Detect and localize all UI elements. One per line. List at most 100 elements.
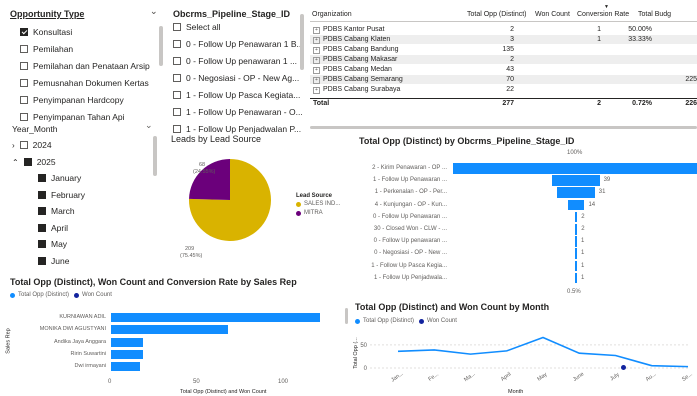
opportunity-checkbox[interactable] [20, 28, 28, 36]
expand-plus-icon[interactable]: + [313, 26, 320, 34]
funnel-bar[interactable] [557, 187, 595, 198]
funnel-bar[interactable] [575, 272, 577, 284]
stage-item[interactable]: 1 - Follow Up Penawaran - O... [173, 107, 303, 117]
won-cell: 1 [597, 36, 601, 43]
rep-bar[interactable] [111, 337, 144, 347]
opportunity-item[interactable]: Penyimpanan Tahan Api [20, 112, 125, 122]
expand-plus-icon[interactable]: + [313, 76, 320, 84]
stage-checkbox[interactable] [173, 91, 181, 99]
funnel-bar[interactable] [575, 248, 577, 259]
opportunity-checkbox[interactable] [20, 79, 28, 87]
stage-checkbox[interactable] [173, 74, 181, 82]
funnel-bar[interactable] [575, 236, 577, 247]
opportunity-checkbox[interactable] [20, 96, 28, 104]
stage-item[interactable]: 0 - Negosiasi - OP - New Ag... [173, 73, 299, 83]
month-item[interactable]: January [38, 173, 81, 183]
funnel-bar[interactable] [567, 199, 585, 211]
opportunity-checkbox[interactable] [20, 113, 28, 121]
month-checkbox[interactable] [38, 223, 46, 232]
table-row[interactable]: + PDBS Cabang Surabaya 22 [310, 85, 697, 94]
year-2025-checkbox[interactable] [23, 158, 32, 166]
chevron-down-icon[interactable]: ⌄ [145, 120, 153, 131]
month-checkbox[interactable] [38, 190, 46, 199]
line-chart-scrollbar[interactable] [345, 308, 348, 324]
stage-checkbox[interactable] [173, 57, 181, 65]
opportunity-item[interactable]: Penyimpanan Hardcopy [20, 95, 124, 105]
opportunity-item[interactable]: Pemilahan [20, 44, 73, 54]
matrix-scrollbar[interactable] [310, 126, 697, 129]
rep-bar[interactable] [111, 325, 229, 335]
expand-plus-icon[interactable]: + [313, 36, 320, 44]
funnel-bar[interactable] [552, 175, 600, 186]
table-row[interactable]: + PDBS Cabang Klaten 3 1 33.33% [310, 35, 697, 44]
expand-plus-icon[interactable]: + [313, 66, 320, 74]
month-item[interactable]: February [38, 190, 85, 200]
table-row[interactable]: + PDBS Cabang Medan 43 [310, 65, 697, 74]
chevron-right-icon[interactable]: › [12, 141, 15, 150]
stage-checkbox[interactable] [173, 108, 181, 116]
stage-item[interactable]: 1 - Follow Up Pasca Kegiata... [173, 90, 300, 100]
table-row[interactable]: + PDBS Cabang Bandung 135 [310, 45, 697, 54]
opportunity-item[interactable]: Pemilahan dan Penataan Arsip [20, 61, 150, 71]
legend-label-line-won[interactable]: Won Count [427, 318, 457, 324]
stage-checkbox[interactable] [173, 125, 181, 133]
opportunity-item[interactable]: Konsultasi [20, 27, 72, 37]
opportunity-item[interactable]: Pemusnahan Dokumen Kertas [20, 78, 149, 88]
year-2024-item[interactable]: › 2024 [12, 140, 52, 150]
month-item[interactable]: March [38, 206, 75, 216]
year-2024-checkbox[interactable] [19, 141, 28, 149]
stage-item[interactable]: Select all [173, 22, 221, 32]
funnel-bar[interactable] [574, 224, 578, 235]
stage-checkbox[interactable] [173, 40, 181, 48]
stage-label: Select all [186, 22, 221, 32]
table-row[interactable]: + PDBS Cabang Semarang 70 225 [310, 75, 697, 84]
stage-chevron-icon[interactable]: ⌄ [150, 6, 158, 17]
stage-scrollbar[interactable] [300, 14, 304, 70]
opportunity-checkbox[interactable] [20, 62, 28, 70]
line-series-total-opp[interactable] [397, 336, 689, 368]
pie-label-sales-value: 209 [185, 246, 195, 252]
col-conversion-rate[interactable]: Conversion Rate [577, 11, 629, 18]
funnel-bar[interactable] [574, 211, 578, 223]
legend-label-won[interactable]: Won Count [82, 292, 112, 298]
stage-label: 0 - Follow Up penawaran 1 ... [186, 56, 298, 66]
x-tick: May [536, 372, 548, 383]
month-item[interactable]: April [38, 223, 68, 233]
col-total-budget[interactable]: Total Budg [638, 11, 671, 18]
stage-checkbox[interactable] [173, 23, 181, 31]
month-item[interactable]: May [38, 239, 67, 249]
month-checkbox[interactable] [38, 207, 46, 215]
legend-item-sales[interactable]: SALES IND... [296, 201, 340, 207]
rep-bar[interactable] [111, 313, 321, 322]
opportunity-checkbox[interactable] [20, 45, 28, 53]
funnel-bar[interactable] [575, 260, 577, 272]
legend-label-line-total[interactable]: Total Opp (Distinct) [363, 318, 414, 324]
year-2025-item[interactable]: ⌃ 2025 [12, 157, 56, 167]
month-checkbox[interactable] [38, 256, 46, 265]
month-item[interactable]: June [38, 256, 69, 266]
stage-item[interactable]: 1 - Follow Up Penjadwalan P... [173, 124, 301, 134]
rep-bar[interactable] [111, 362, 140, 372]
stage-item[interactable]: 0 - Follow Up penawaran 1 ... [173, 56, 297, 66]
stage-item[interactable]: 0 - Follow Up Penawaran 1 B... [173, 39, 304, 49]
table-row[interactable]: + PDBS Cabang Makasar 2 [310, 55, 697, 64]
col-organization[interactable]: Organization [312, 11, 352, 18]
expand-plus-icon[interactable]: + [313, 86, 320, 94]
rep-bar[interactable] [111, 349, 144, 359]
expand-plus-icon[interactable]: + [313, 46, 320, 54]
pie-slice-mitra[interactable] [189, 159, 230, 200]
won-count-point[interactable] [621, 365, 626, 371]
opportunity-scrollbar[interactable] [159, 26, 163, 66]
col-won-count[interactable]: Won Count [535, 11, 570, 18]
chevron-up-icon[interactable]: ⌃ [12, 158, 19, 167]
legend-label-total-opp[interactable]: Total Opp (Distinct) [18, 292, 69, 298]
month-checkbox[interactable] [38, 174, 46, 182]
year-scrollbar[interactable] [153, 136, 157, 176]
org-name: PDBS Cabang Semarang [323, 75, 403, 83]
col-total-opp[interactable]: Total Opp (Distinct) [467, 11, 527, 18]
expand-plus-icon[interactable]: + [313, 56, 320, 64]
funnel-bar[interactable] [453, 163, 697, 174]
month-checkbox[interactable] [38, 240, 46, 248]
table-row[interactable]: + PDBS Kantor Pusat 2 1 50.00% [310, 25, 697, 34]
legend-item-mitra[interactable]: MITRA [296, 210, 340, 216]
